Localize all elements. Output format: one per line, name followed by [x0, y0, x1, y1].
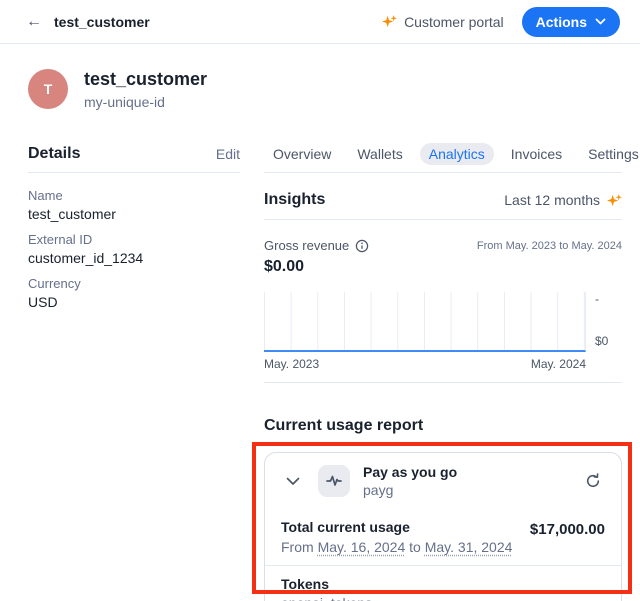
- customer-unique-id: my-unique-id: [84, 94, 207, 110]
- main-content: Details Edit Name test_customer External…: [28, 142, 622, 601]
- collapse-toggle-button[interactable]: [281, 469, 305, 493]
- field-currency: Currency USD: [28, 276, 240, 310]
- period-start-date[interactable]: May. 16, 2024: [318, 539, 406, 555]
- details-divider: [28, 172, 240, 173]
- chevron-down-icon: [286, 477, 300, 486]
- pulse-icon: [326, 473, 342, 489]
- field-label: Currency: [28, 276, 240, 291]
- top-bar: ← test_customer Customer portal Actions: [0, 0, 640, 44]
- edit-details-button[interactable]: Edit: [216, 146, 240, 162]
- refresh-icon: [585, 473, 601, 489]
- customer-name: test_customer: [84, 69, 207, 90]
- x-tick-left: May. 2023: [264, 357, 319, 371]
- customer-detail-page: ← test_customer Customer portal Actions …: [0, 0, 640, 601]
- insights-heading: Insights: [264, 191, 325, 209]
- gross-revenue-value: $0.00: [264, 258, 622, 276]
- content-panel: Overview Wallets Analytics Invoices Sett…: [264, 142, 622, 601]
- field-value: test_customer: [28, 206, 240, 222]
- tab-invoices[interactable]: Invoices: [502, 143, 571, 165]
- usage-item-name: Tokens: [281, 576, 605, 592]
- chart-section-divider: [264, 382, 622, 383]
- total-usage-texts: Total current usage From May. 16, 2024 t…: [281, 519, 512, 555]
- field-label: External ID: [28, 232, 240, 247]
- customer-identity: test_customer my-unique-id: [84, 69, 207, 110]
- tab-analytics[interactable]: Analytics: [420, 143, 494, 165]
- usage-period: From May. 16, 2024 to May. 31, 2024: [281, 539, 512, 555]
- chart-x-axis: May. 2023 May. 2024: [264, 357, 586, 371]
- usage-report-heading: Current usage report: [264, 417, 622, 437]
- field-external-id: External ID customer_id_1234: [28, 232, 240, 266]
- total-usage-amount: $17,000.00: [530, 521, 605, 538]
- tab-bar: Overview Wallets Analytics Invoices Sett…: [264, 142, 622, 166]
- topbar-actions: Customer portal Actions: [382, 7, 620, 37]
- period-selector[interactable]: Last 12 months: [504, 192, 622, 208]
- refresh-button[interactable]: [581, 469, 605, 493]
- field-value: USD: [28, 294, 240, 310]
- field-label: Name: [28, 188, 240, 203]
- plan-icon-box: [318, 465, 350, 497]
- details-panel: Details Edit Name test_customer External…: [28, 142, 240, 310]
- plan-header-row: Pay as you go payg: [265, 453, 621, 509]
- y-tick-bottom: $0: [595, 334, 608, 348]
- tabs-divider: [264, 172, 622, 173]
- customer-header: T test_customer my-unique-id: [28, 68, 612, 110]
- sparkle-icon: [382, 14, 397, 29]
- plan-name: Pay as you go: [363, 464, 457, 480]
- info-icon[interactable]: [355, 239, 369, 253]
- total-usage-label: Total current usage: [281, 519, 512, 535]
- period-end-date[interactable]: May. 31, 2024: [425, 539, 513, 555]
- gross-revenue-label: Gross revenue: [264, 238, 349, 253]
- usage-item-row: Tokens openai_tokens: [265, 565, 621, 601]
- details-heading: Details: [28, 145, 80, 163]
- total-usage-row: Total current usage From May. 16, 2024 t…: [265, 509, 621, 565]
- avatar: T: [28, 69, 68, 109]
- gross-revenue-chart: - $0: [264, 292, 622, 352]
- tab-settings[interactable]: Settings: [579, 143, 640, 165]
- field-value: customer_id_1234: [28, 250, 240, 266]
- back-button[interactable]: ←: [20, 8, 48, 36]
- usage-plan-card: Pay as you go payg Total current usag: [264, 452, 622, 601]
- details-fields: Name test_customer External ID customer_…: [28, 188, 240, 310]
- period-to-label: to: [409, 539, 421, 555]
- plan-code: payg: [363, 482, 457, 498]
- customer-portal-button[interactable]: Customer portal: [382, 14, 504, 30]
- chevron-down-icon: [595, 18, 606, 26]
- usage-card-holder: Pay as you go payg Total current usag: [264, 452, 622, 601]
- period-label: Last 12 months: [504, 192, 600, 208]
- topbar-title: test_customer: [54, 14, 150, 30]
- gross-revenue-block: Gross revenue From May. 2023 to May. 202…: [264, 238, 622, 383]
- tab-wallets[interactable]: Wallets: [348, 143, 411, 165]
- field-name: Name test_customer: [28, 188, 240, 222]
- actions-button[interactable]: Actions: [522, 7, 620, 37]
- back-arrow-icon: ←: [26, 13, 42, 31]
- period-from-label: From: [281, 539, 314, 555]
- customer-portal-label: Customer portal: [404, 14, 504, 30]
- x-tick-right: May. 2024: [531, 357, 586, 371]
- actions-label: Actions: [536, 14, 587, 30]
- gross-revenue-range: From May. 2023 to May. 2024: [477, 240, 622, 252]
- chart-y-axis: - $0: [586, 292, 622, 352]
- usage-item-code: openai_tokens: [281, 595, 605, 601]
- y-tick-top: -: [595, 292, 599, 306]
- chart-plot-area: [264, 292, 586, 352]
- insights-divider: [264, 219, 622, 220]
- sparkle-icon: [607, 193, 622, 208]
- tab-overview[interactable]: Overview: [264, 143, 340, 165]
